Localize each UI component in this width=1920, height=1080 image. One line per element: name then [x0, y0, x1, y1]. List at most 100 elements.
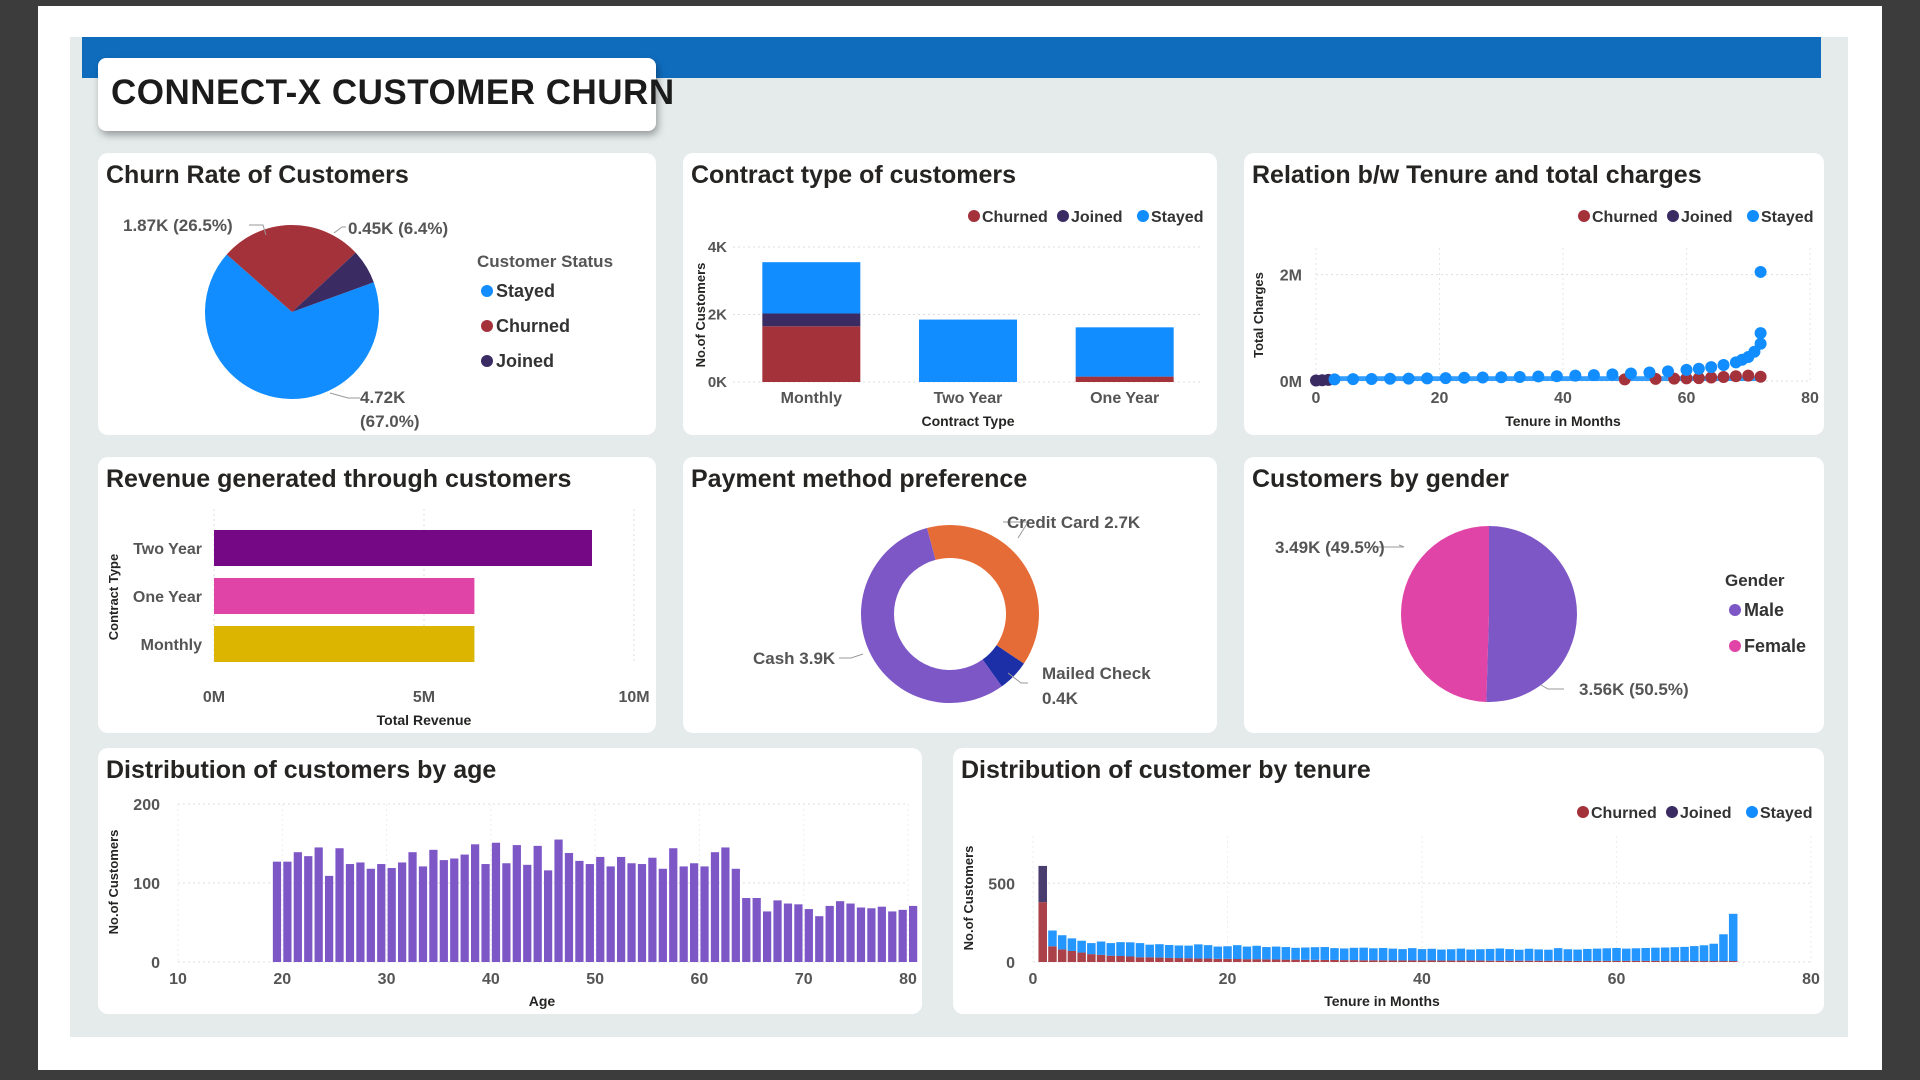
contract-type-card[interactable]: Contract type of customers 0K 2K 4K Monthly…: [683, 153, 1217, 435]
bar-age-36: [450, 858, 459, 962]
legend-label-joined: Joined: [1680, 805, 1732, 822]
y-tick-label: 0: [1006, 955, 1015, 972]
legend-label-joined: Joined: [496, 351, 554, 371]
bar-churned-37: [1388, 960, 1398, 962]
bar-stayed-60: [1612, 947, 1621, 961]
bar-age-74: [846, 903, 855, 962]
bar-stayed-17: [1194, 944, 1203, 959]
payment-card[interactable]: Payment method preference Credit Card 2.…: [683, 457, 1217, 733]
legend-label-churned: Churned: [1592, 209, 1658, 226]
bar-churned-51: [1524, 960, 1534, 962]
bar-churned-52: [1534, 960, 1543, 962]
bar-age-63: [731, 868, 740, 962]
point-stayed: [1550, 370, 1563, 383]
y-axis-title: No.of Customers: [693, 263, 708, 368]
bar-stayed-12: [1145, 944, 1154, 958]
bar-stayed-53: [1544, 949, 1553, 961]
label-stayed-value: 4.72K: [360, 388, 406, 407]
y-tick-label: 0: [151, 955, 160, 972]
bar-stayed-57: [1583, 948, 1592, 961]
bar-churned-2: [1048, 946, 1057, 962]
bar-stayed-25: [1271, 946, 1281, 960]
x-tick-label: 80: [1802, 971, 1820, 988]
x-tick-label: 60: [1678, 390, 1696, 407]
bar-churned-68: [1690, 961, 1699, 962]
bar-stayed-61: [1621, 948, 1631, 961]
bar-stayed-67: [1680, 946, 1689, 962]
bar-churned-33: [1349, 960, 1359, 962]
legend-label-joined: Joined: [1071, 209, 1123, 226]
legend-dot-joined: [481, 355, 493, 367]
bar-churned-15: [1174, 958, 1184, 962]
gender-chart[interactable]: 3.49K (49.5%) 3.56K (50.5%) Gender Male Fema…: [1244, 457, 1824, 733]
bar-stayed-22: [1242, 946, 1252, 960]
point-stayed: [1513, 371, 1526, 384]
bar-stayed-11: [1135, 943, 1145, 958]
y-tick-label: 4K: [708, 239, 727, 256]
point-stayed: [1439, 372, 1452, 385]
x-axis-title: Total Revenue: [377, 712, 472, 728]
bar-churned-5: [1077, 952, 1086, 962]
bar-age-78: [888, 911, 897, 962]
bar-churned-66: [1670, 961, 1680, 962]
bar-churned-70: [1709, 961, 1719, 962]
point-stayed: [1680, 363, 1693, 376]
bar-stayed-49: [1505, 949, 1514, 961]
bar-stayed-38: [1398, 949, 1407, 961]
bar-stayed-14: [1164, 944, 1174, 958]
bar-age-43: [523, 864, 532, 962]
bar-stayed-71: [1719, 934, 1728, 962]
bar-stayed-32: [1339, 948, 1349, 961]
payment-chart[interactable]: Credit Card 2.7K Mailed Check 0.4K Cash 3.9…: [683, 457, 1217, 733]
bar-churned-65: [1660, 961, 1670, 962]
contract-type-chart[interactable]: 0K 2K 4K Monthly Two Year One Year Contract Ty…: [683, 153, 1217, 435]
legend-label-churned: Churned: [982, 209, 1048, 226]
x-tick-label: 10M: [618, 689, 649, 706]
legend-label-stayed: Stayed: [1761, 209, 1813, 226]
bar-stayed-24: [1262, 947, 1271, 960]
bar-age-59: [690, 863, 699, 962]
y-tick-label: 200: [133, 797, 160, 814]
point-churned: [1754, 370, 1767, 383]
tenure-charges-chart[interactable]: 0M 2M 0 20 40 60 80 Tenure in Months Total Charg…: [1244, 153, 1824, 435]
bar-stayed-10: [1125, 942, 1135, 957]
tenure-distribution-chart[interactable]: 0 500 0 20 40 60 80 Tenure in Months No.of Custo…: [953, 748, 1824, 1014]
label-credit-card: Credit Card 2.7K: [1007, 513, 1141, 532]
bar-churned-53: [1544, 960, 1553, 962]
bar-age-35: [439, 860, 448, 962]
bar-stayed-18: [1203, 945, 1213, 959]
tenure-charges-card[interactable]: Relation b/w Tenure and total charges 0M…: [1244, 153, 1824, 435]
legend-label-churned: Churned: [1591, 805, 1657, 822]
churn-rate-card[interactable]: Churn Rate of Customers 4.72K (67.0%) 1.87…: [98, 153, 656, 435]
bar-age-76: [867, 908, 876, 962]
bar-churned-42: [1437, 960, 1446, 962]
bar-age-30: [387, 867, 396, 962]
bar-stayed-48: [1495, 948, 1505, 961]
bar-age-46: [554, 839, 563, 962]
point-stayed: [1717, 359, 1730, 372]
point-stayed: [1476, 371, 1489, 384]
revenue-card[interactable]: Revenue generated through customers 0M 5M…: [98, 457, 656, 733]
bar-stayed-6: [1087, 943, 1096, 955]
age-distribution-card[interactable]: Distribution of customers by age 0 100 200…: [98, 748, 922, 1014]
bar-churned-27: [1291, 959, 1300, 962]
point-stayed: [1606, 368, 1619, 381]
bar-churned-22: [1242, 959, 1252, 962]
bar-churned-11: [1135, 957, 1145, 962]
y-tick-label: 0M: [1280, 374, 1302, 391]
churn-rate-chart[interactable]: 4.72K (67.0%) 1.87K (26.5%) 0.45K (6.4%) Cus…: [98, 153, 656, 435]
tenure-distribution-card[interactable]: Distribution of customer by tenure 0 500 0…: [953, 748, 1824, 1014]
bar-churned-39: [1408, 960, 1417, 962]
bar-churned-50: [1514, 960, 1524, 962]
revenue-chart[interactable]: 0M 5M 10M Two Year One Year Monthly Total Reve…: [98, 457, 656, 733]
bar-stayed-55: [1563, 949, 1573, 961]
bar-stayed-3: [1057, 935, 1067, 950]
bar-age-71: [815, 916, 824, 962]
age-distribution-chart[interactable]: 0 100 200 10 20 30 40 50 60 70 80 Age No.of Customer…: [98, 748, 922, 1014]
bar-churned-35: [1369, 960, 1378, 962]
bar-age-33: [418, 866, 428, 962]
gender-card[interactable]: Customers by gender 3.49K (49.5%) 3.56K (…: [1244, 457, 1824, 733]
bar-churned-20: [1223, 958, 1232, 962]
legend-title: Gender: [1725, 571, 1785, 590]
bar-churned-16: [1184, 958, 1193, 962]
